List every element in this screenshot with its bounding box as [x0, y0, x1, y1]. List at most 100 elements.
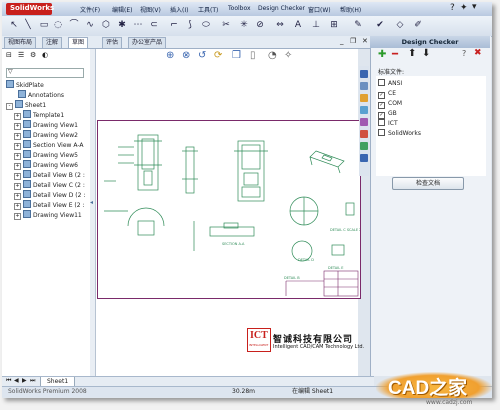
star-icon[interactable]: ✦ — [460, 3, 468, 13]
expand-icon[interactable]: + — [14, 163, 21, 170]
menu-item-5[interactable]: Toolbox — [228, 5, 251, 12]
zoom-area-icon[interactable]: ⊗ — [182, 50, 190, 61]
expand-icon[interactable]: + — [14, 153, 21, 160]
tree-item[interactable]: Annotations — [18, 90, 64, 99]
line-tool-icon[interactable]: ╲ — [22, 19, 34, 31]
menu-item-2[interactable]: 视图(V) — [140, 5, 161, 14]
tree-item[interactable]: + Detail View C (2 : — [14, 180, 85, 190]
slot-tool-icon[interactable]: ⊂ — [148, 19, 160, 31]
appearances-tab-icon[interactable] — [360, 130, 368, 138]
tab-office-products[interactable]: 办公室产品 — [128, 37, 167, 48]
circle-tool-icon[interactable]: ◌ — [52, 19, 64, 31]
expand-icon[interactable]: + — [14, 213, 21, 220]
minimize-doc-icon[interactable]: _ — [340, 37, 344, 45]
check-green-icon[interactable]: ✔ — [374, 19, 386, 31]
previous-view-icon[interactable]: ↺ — [198, 50, 206, 61]
config-icon[interactable]: ⚙ — [30, 51, 36, 59]
tree-item[interactable]: + Section View A-A — [14, 140, 83, 150]
hide-show-icon[interactable]: ◔ — [268, 50, 277, 61]
help-icon[interactable]: ? — [450, 3, 455, 13]
menu-item-4[interactable]: 工具(T) — [198, 5, 218, 14]
menu-item-1[interactable]: 编辑(E) — [112, 5, 132, 14]
expand-icon[interactable]: + — [14, 133, 21, 140]
tree-item[interactable]: + Detail View E (2 : — [14, 200, 85, 210]
arc-tool-icon[interactable]: ⌒ — [68, 19, 80, 31]
prev-sheet-icon[interactable]: ◀ — [14, 377, 19, 384]
rotate-view-icon[interactable]: ⟳ — [214, 50, 222, 61]
standard-row[interactable]: ✓ CE — [378, 89, 396, 99]
file-explorer-icon[interactable] — [360, 94, 368, 102]
polygon-tool-icon[interactable]: ⬡ — [100, 19, 112, 31]
standard-checkbox[interactable] — [378, 79, 385, 86]
smart-dimension-icon[interactable]: ◇ — [394, 19, 406, 31]
display-style-icon[interactable]: ▯ — [250, 50, 256, 61]
zoom-fit-icon[interactable]: ⊕ — [166, 50, 174, 61]
menu-item-3[interactable]: 插入(I) — [170, 5, 188, 14]
collapse-arrow-icon[interactable]: ◂ — [90, 199, 93, 206]
standard-checkbox[interactable]: ✓ — [378, 102, 385, 109]
expand-icon[interactable]: + — [14, 183, 21, 190]
standard-row[interactable]: ✓ GB — [378, 109, 397, 119]
spline-tool-icon[interactable]: ∿ — [84, 19, 96, 31]
mirror-tool-icon[interactable]: ⊘ — [254, 19, 266, 31]
last-sheet-icon[interactable]: ⏭ — [30, 377, 35, 385]
trim-tool-icon[interactable]: ✂ — [220, 19, 232, 31]
design-library-icon[interactable] — [360, 82, 368, 90]
tree-item[interactable]: + Template1 — [14, 110, 64, 120]
tree-item[interactable]: + Drawing View11 — [14, 210, 82, 220]
expand-icon[interactable]: + — [14, 123, 21, 130]
tab-view-layout[interactable]: 视图布局 — [4, 37, 37, 48]
standard-row[interactable]: ICT — [378, 119, 398, 128]
offset-tool-icon[interactable]: ⟆ — [184, 19, 196, 31]
tree-item[interactable]: + Drawing View5 — [14, 150, 78, 160]
expand-icon[interactable]: + — [14, 173, 21, 180]
standard-checkbox[interactable]: ✓ — [378, 92, 385, 99]
point-tool-icon[interactable]: ✱ — [116, 19, 128, 31]
tab-sketch[interactable]: 草图 — [68, 37, 89, 48]
next-sheet-icon[interactable]: ▶ — [22, 377, 27, 384]
tree-item[interactable]: + Detail View D (2 : — [14, 190, 85, 200]
tree-item[interactable]: - Sheet1 — [6, 100, 46, 110]
expand-icon[interactable]: + — [14, 203, 21, 210]
move-up-icon[interactable]: ⬆ — [408, 48, 416, 59]
star-tool-icon[interactable]: ✳ — [238, 19, 250, 31]
tree-item[interactable]: + Drawing View6 — [14, 160, 78, 170]
menu-item-7[interactable]: 窗口(W) — [308, 5, 331, 14]
help-icon[interactable]: ? — [462, 49, 466, 58]
add-icon[interactable]: ✚ — [378, 49, 386, 60]
tree-item[interactable]: + Drawing View1 — [14, 120, 78, 130]
check-document-button[interactable]: 检查文档 — [392, 177, 464, 190]
tree-item[interactable]: + Detail View B (2 : — [14, 170, 85, 180]
close-doc-icon[interactable]: ✕ — [362, 37, 368, 45]
view-palette-icon[interactable] — [360, 118, 368, 126]
tree-icon[interactable]: ⊟ — [6, 51, 12, 59]
grid-tool-icon[interactable]: ⊞ — [328, 19, 340, 31]
view-orientation-icon[interactable]: ❒ — [232, 50, 241, 61]
resources-tab-icon[interactable] — [360, 70, 368, 78]
expand-icon[interactable]: + — [14, 113, 21, 120]
expand-icon[interactable]: + — [14, 193, 21, 200]
display-icon[interactable]: ◐ — [42, 51, 48, 59]
tree-root-item[interactable]: SkidPlate — [6, 80, 44, 89]
tab-annotation[interactable]: 注解 — [42, 37, 63, 48]
restore-doc-icon[interactable]: ❐ — [350, 37, 356, 45]
tab-evaluate[interactable]: 评估 — [102, 37, 123, 48]
fillet-tool-icon[interactable]: ⌐ — [168, 19, 180, 31]
move-down-icon[interactable]: ⬇ — [422, 48, 430, 59]
centerline-tool-icon[interactable]: ⋯ — [132, 19, 144, 31]
standard-row[interactable]: ✓ COM — [378, 99, 402, 109]
sketch-tool-icon[interactable]: ✎ — [352, 19, 364, 31]
remove-icon[interactable]: ━ — [392, 49, 398, 60]
note-tool-icon[interactable]: A — [292, 19, 304, 31]
close-panel-icon[interactable]: ✖ — [474, 48, 482, 58]
relation-tool-icon[interactable]: ⊥ — [310, 19, 322, 31]
dropdown-arrow-icon[interactable]: ▾ — [472, 2, 477, 12]
standard-checkbox[interactable] — [378, 129, 385, 136]
menu-item-0[interactable]: 文件(F) — [80, 5, 100, 14]
edit-tool-icon[interactable]: ✐ — [412, 19, 424, 31]
rectangle-tool-icon[interactable]: ▭ — [38, 19, 50, 31]
standard-row[interactable]: SolidWorks — [378, 129, 421, 138]
first-sheet-icon[interactable]: ⏮ — [6, 377, 11, 385]
design-checker-tab-icon[interactable] — [360, 154, 368, 162]
expand-icon[interactable]: - — [6, 103, 13, 110]
